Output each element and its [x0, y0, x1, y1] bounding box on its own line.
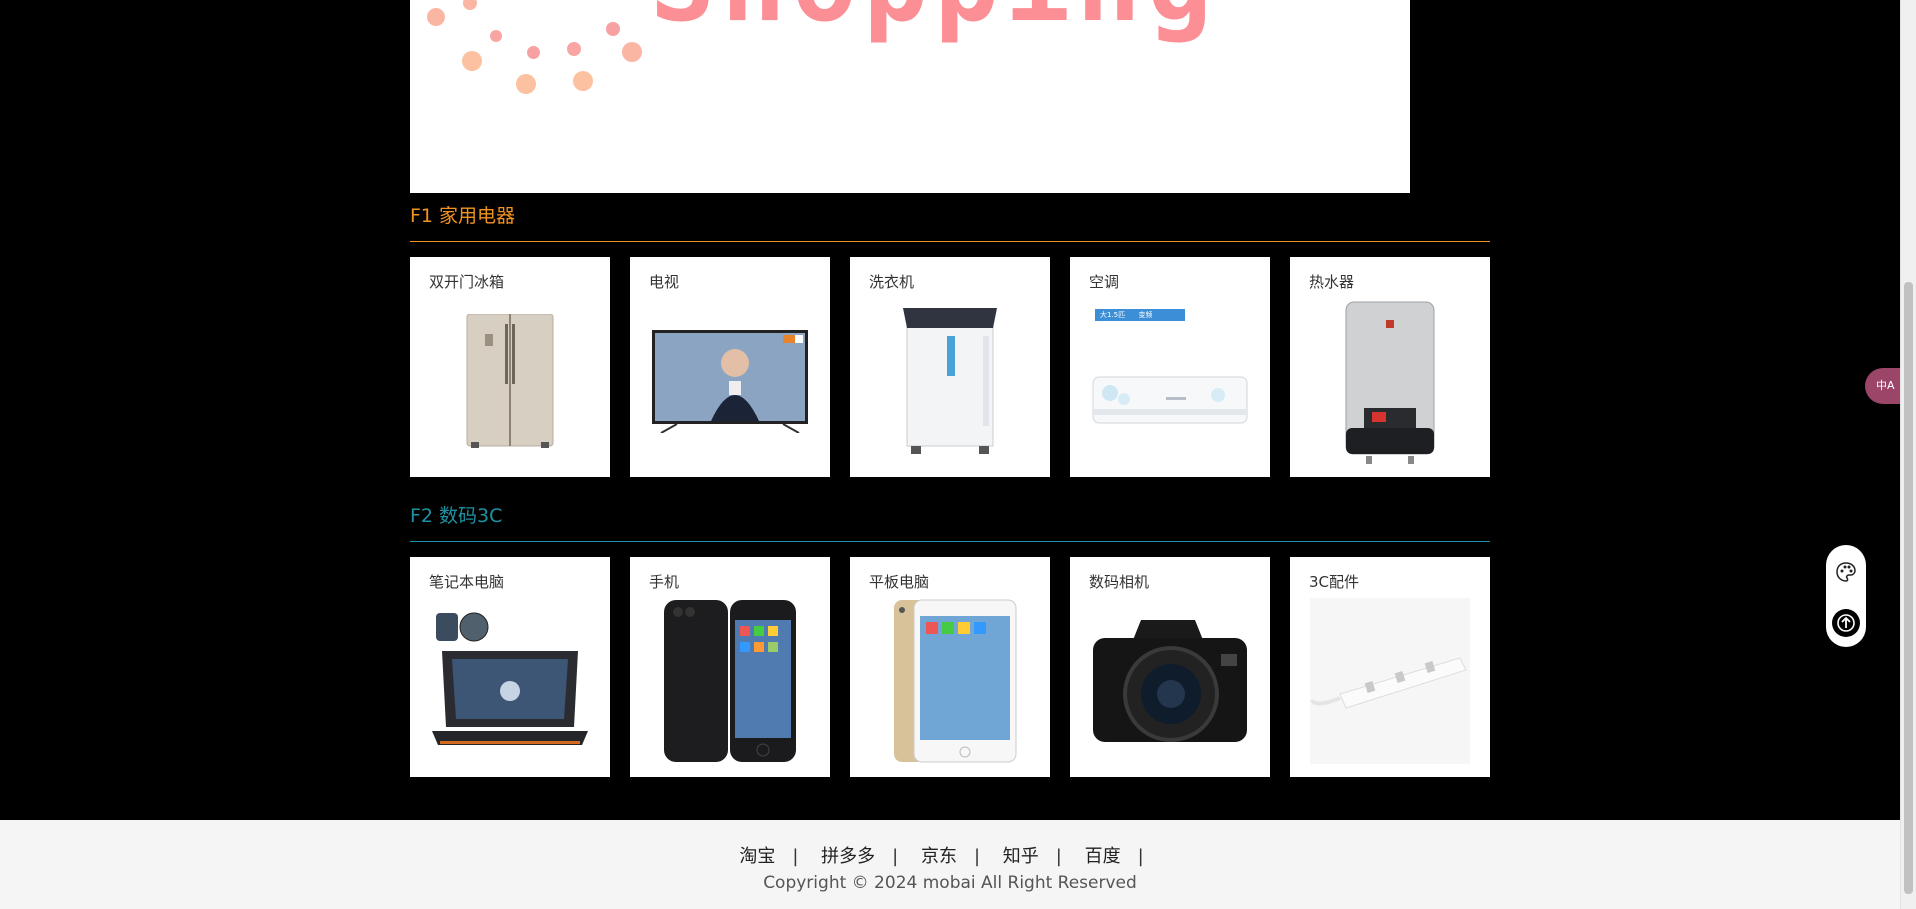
floor-appliances: F1 家用电器 双开门冰箱 电视 洗衣机 空调 大1.5匹 变频 热水器 [410, 199, 1490, 477]
product-label: 手机 [649, 573, 680, 591]
product-card-power-strip[interactable]: 3C配件 [1290, 557, 1490, 777]
translate-button[interactable]: 中A [1865, 368, 1905, 404]
product-label: 电视 [649, 273, 680, 291]
palette-icon[interactable] [1832, 558, 1860, 586]
product-label: 笔记本电脑 [429, 573, 505, 591]
tv-image [650, 297, 810, 465]
air-conditioner-image [1090, 317, 1250, 485]
footer-links: 淘宝 | 拼多多 | 京东 | 知乎 | 百度 | [739, 846, 1144, 867]
product-label: 平板电脑 [869, 573, 930, 591]
product-label: 3C配件 [1309, 573, 1360, 591]
floating-toolbar [1826, 545, 1866, 647]
product-card-tv[interactable]: 电视 [630, 257, 830, 477]
product-label: 双开门冰箱 [429, 273, 505, 291]
laptop-image [430, 597, 590, 765]
floor-title: F2 数码3C [410, 499, 1490, 542]
banner-title: Shopping [650, 0, 1218, 38]
back-to-top-icon[interactable] [1832, 609, 1860, 637]
product-label: 热水器 [1309, 273, 1355, 291]
product-card-air-conditioner[interactable]: 空调 大1.5匹 变频 [1070, 257, 1270, 477]
footer-link-jd[interactable]: 京东 [921, 846, 957, 867]
power-strip-image [1310, 597, 1470, 765]
product-label: 数码相机 [1089, 573, 1150, 591]
washing-machine-image [870, 297, 1030, 465]
product-grid: 笔记本电脑 手机 平板电脑 数码相机 3C配件 [410, 557, 1490, 777]
product-card-phone[interactable]: 手机 [630, 557, 830, 777]
product-card-camera[interactable]: 数码相机 [1070, 557, 1270, 777]
product-card-tablet[interactable]: 平板电脑 [850, 557, 1050, 777]
copyright-text: Copyright © 2024 mobai All Right Reserve… [763, 873, 1137, 893]
tablet-image [870, 597, 1030, 765]
product-card-washing-machine[interactable]: 洗衣机 [850, 257, 1050, 477]
fridge-image [430, 297, 590, 465]
water-heater-image [1310, 297, 1470, 465]
product-card-fridge[interactable]: 双开门冰箱 [410, 257, 610, 477]
floor-title: F1 家用电器 [410, 199, 1490, 242]
product-label: 空调 [1089, 273, 1120, 291]
translate-icon: 中A [1876, 379, 1895, 392]
footer-link-baidu[interactable]: 百度 [1085, 846, 1121, 867]
floor-digital: F2 数码3C 笔记本电脑 手机 平板电脑 数码相机 3C配件 [410, 499, 1490, 777]
product-card-laptop[interactable]: 笔记本电脑 [410, 557, 610, 777]
product-grid: 双开门冰箱 电视 洗衣机 空调 大1.5匹 变频 热水器 [410, 257, 1490, 477]
phone-image [650, 597, 810, 765]
footer-link-zhihu[interactable]: 知乎 [1003, 846, 1039, 867]
scrollbar-thumb[interactable] [1904, 282, 1913, 894]
page-scrollbar[interactable] [1900, 0, 1916, 909]
banner: Shopping [410, 0, 1410, 193]
camera-image [1090, 597, 1250, 765]
footer: 淘宝 | 拼多多 | 京东 | 知乎 | 百度 | Copyright © 2024 mo… [0, 820, 1900, 909]
footer-link-taobao[interactable]: 淘宝 [739, 846, 775, 867]
product-label: 洗衣机 [869, 273, 915, 291]
footer-link-pinduoduo[interactable]: 拼多多 [821, 846, 875, 867]
product-card-water-heater[interactable]: 热水器 [1290, 257, 1490, 477]
